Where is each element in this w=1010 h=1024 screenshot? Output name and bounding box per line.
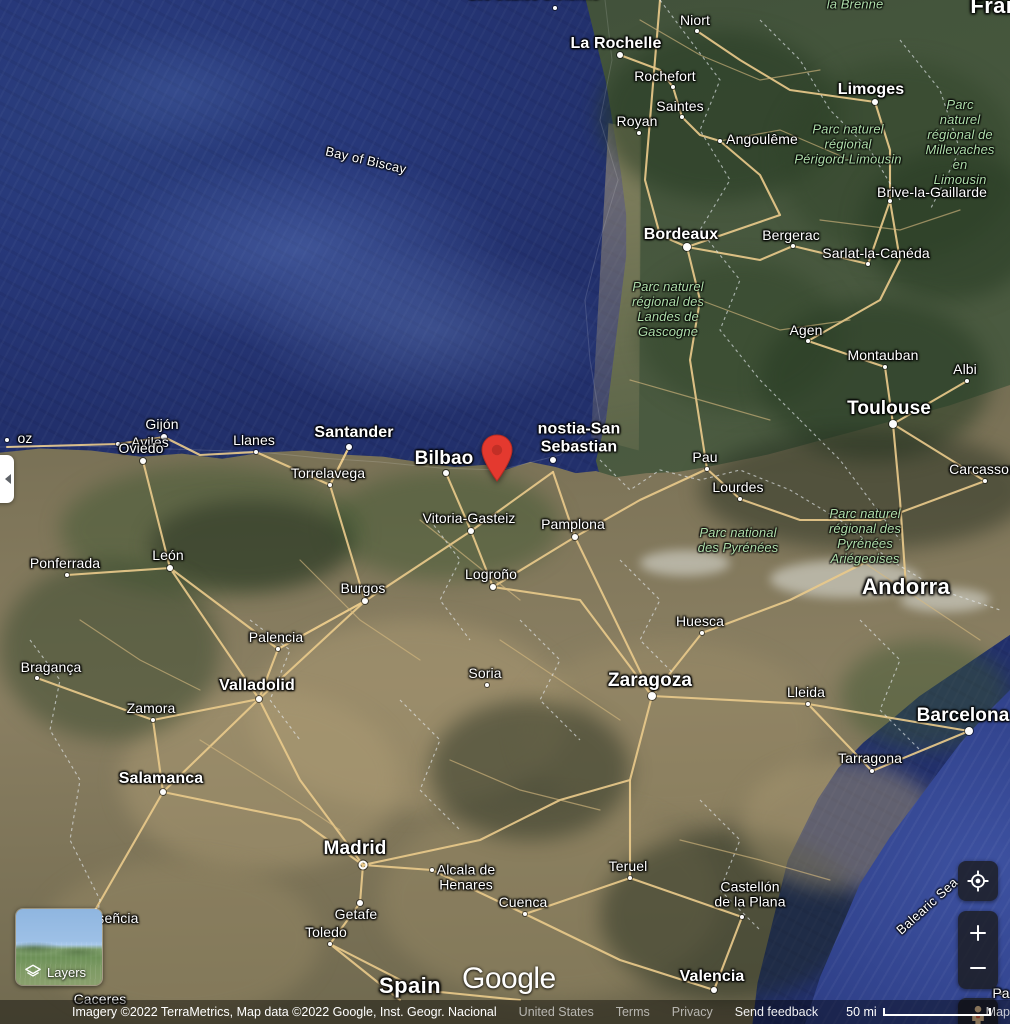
roads-and-borders-vector-layer <box>0 0 1001 1002</box>
city-dot <box>550 457 556 463</box>
map-marker-pin-icon <box>481 434 513 482</box>
city-dot <box>328 483 332 487</box>
city-dot <box>362 598 368 604</box>
city-dot <box>683 243 691 251</box>
city-dot <box>806 702 810 706</box>
my-location-button-inner <box>958 862 998 900</box>
city-dot <box>443 470 449 476</box>
footer-right-cut-label: Map <box>986 1000 1010 1024</box>
city-dot <box>161 434 167 440</box>
city-dot <box>705 467 709 471</box>
city-dot <box>160 789 166 795</box>
layers-label: Layers <box>47 964 87 980</box>
zoom-controls <box>958 911 998 989</box>
minus-icon <box>970 960 986 976</box>
city-dot <box>738 497 742 501</box>
zoom-in-button[interactable] <box>958 915 998 950</box>
map-scale-indicator: 50 mi <box>846 1005 991 1019</box>
city-dot <box>870 769 874 773</box>
city-dot <box>711 987 717 993</box>
map-data-cut-label: Map <box>985 1005 1010 1019</box>
my-location-button[interactable] <box>958 861 998 901</box>
city-dot <box>628 876 632 880</box>
city-dot <box>999 991 1003 995</box>
city-dot <box>346 444 352 450</box>
administrative-borders <box>29 0 1001 961</box>
city-dot <box>791 244 795 248</box>
region-link[interactable]: United States <box>519 1005 594 1019</box>
layers-button[interactable]: Layers <box>15 908 103 986</box>
city-dot <box>680 115 684 119</box>
major-roads <box>5 0 987 1002</box>
map-attribution-footer: Imagery ©2022 TerraMetrics, Map data ©20… <box>0 1000 1010 1024</box>
city-dot <box>965 727 973 735</box>
city-dot <box>889 420 897 428</box>
city-dot <box>965 379 969 383</box>
imagery-attribution: Imagery ©2022 TerraMetrics, Map data ©20… <box>72 1005 497 1019</box>
satellite-map-canvas[interactable]: Les Sables-d'OlonneNiortLa RochelleRoche… <box>0 0 1010 1024</box>
zoom-out-button[interactable] <box>958 950 998 985</box>
city-dot <box>256 696 262 702</box>
city-dot <box>695 29 699 33</box>
city-dot <box>740 915 744 919</box>
coastline-highlights <box>0 0 619 471</box>
city-dot <box>888 199 892 203</box>
send-feedback-link[interactable]: Send feedback <box>735 1005 818 1019</box>
city-dot <box>648 692 656 700</box>
city-dot <box>883 365 887 369</box>
city-dot <box>490 584 496 590</box>
google-logo-watermark: Google <box>462 962 556 995</box>
city-dot <box>254 450 258 454</box>
google-maps-app: Les Sables-d'OlonneNiortLa RochelleRoche… <box>0 0 1010 1024</box>
sidebar-collapse-toggle[interactable] <box>0 455 14 503</box>
city-dot <box>523 912 527 916</box>
city-dot <box>572 534 578 540</box>
city-dot <box>358 860 368 870</box>
chevron-left-icon <box>5 474 11 484</box>
city-dot <box>983 479 987 483</box>
city-dot <box>872 99 878 105</box>
city-dot <box>700 631 704 635</box>
my-location-crosshair-icon <box>967 870 989 892</box>
city-dot <box>276 647 280 651</box>
city-dot <box>866 262 870 266</box>
city-dot <box>430 868 434 872</box>
city-dot <box>637 131 641 135</box>
city-dot <box>116 442 120 446</box>
city-dot <box>5 438 9 442</box>
city-dot <box>553 6 557 10</box>
map-scale-bar <box>882 1008 991 1016</box>
city-dot <box>65 573 69 577</box>
city-dot <box>140 458 146 464</box>
city-dot <box>485 683 489 687</box>
city-dot <box>35 676 39 680</box>
city-dot <box>718 139 722 143</box>
city-dot <box>671 85 675 89</box>
map-scale-label: 50 mi <box>846 1005 877 1019</box>
privacy-link[interactable]: Privacy <box>672 1005 713 1019</box>
city-dot <box>468 528 474 534</box>
terms-link[interactable]: Terms <box>616 1005 650 1019</box>
city-dot <box>328 942 332 946</box>
city-dot <box>617 52 623 58</box>
city-dot <box>357 900 363 906</box>
city-dot <box>151 718 155 722</box>
map-marker-pin[interactable] <box>480 434 514 482</box>
layers-stack-icon <box>25 964 41 977</box>
city-dot <box>806 339 810 343</box>
city-dot <box>167 565 173 571</box>
layers-label-row: Layers <box>16 963 102 981</box>
plus-icon <box>970 924 986 941</box>
